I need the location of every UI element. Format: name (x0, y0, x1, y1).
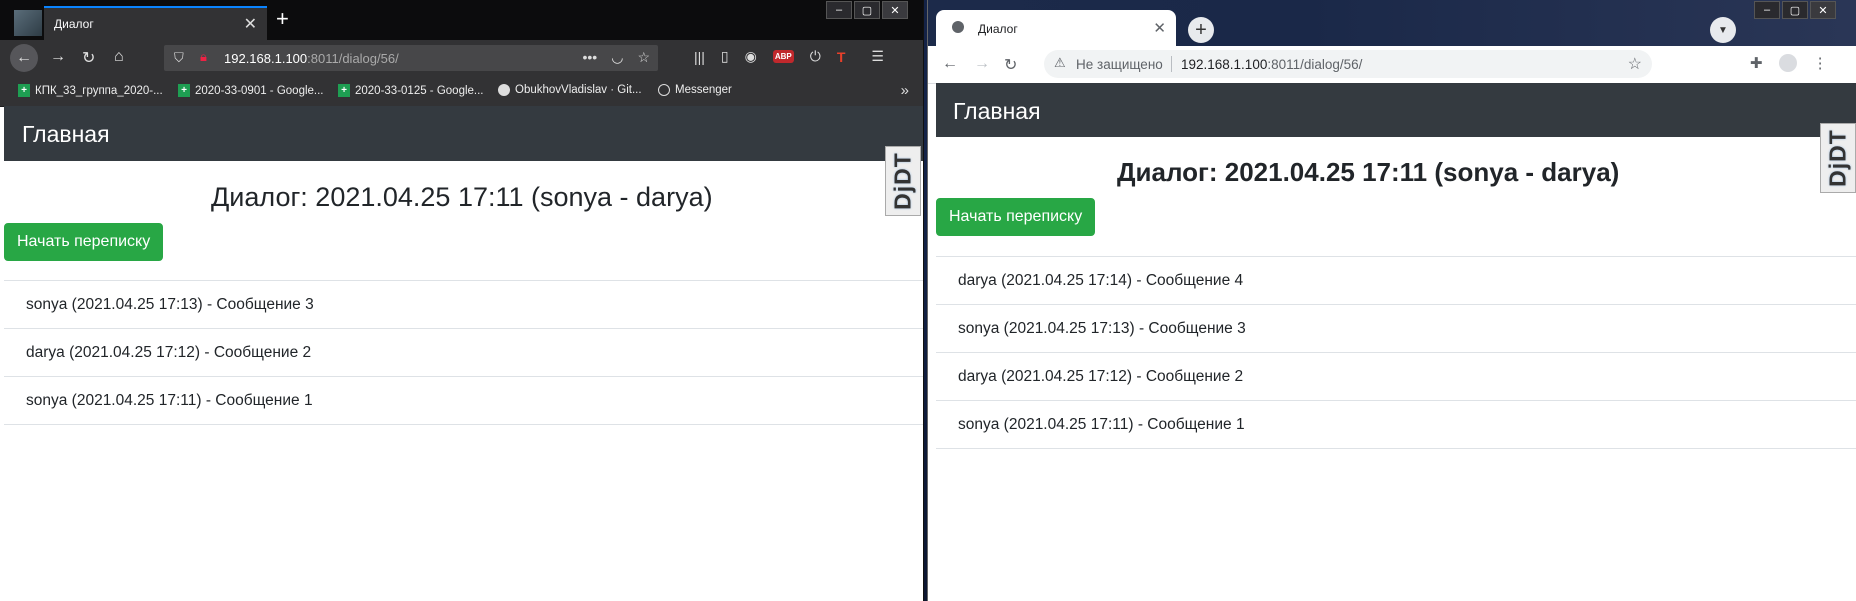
address-bar[interactable]: ⛉ 🔒︎ 192.168.1.100:8011/dialog/56/ ••• ◡… (164, 45, 658, 71)
new-tab-icon[interactable]: + (276, 6, 289, 32)
navbar-brand[interactable]: Главная (22, 121, 110, 147)
message-item: sonya (2021.04.25 17:11) - Сообщение 1 (4, 376, 923, 425)
close-window-icon[interactable]: ✕ (1810, 1, 1836, 19)
message-item: darya (2021.04.25 17:12) - Сообщение 2 (936, 352, 1856, 400)
firefox-page: Главная DjDT Диалог: 2021.04.25 17:11 (s… (4, 106, 923, 601)
security-status[interactable]: Не защищено (1076, 57, 1163, 72)
close-tab-icon[interactable]: ✕ (244, 14, 257, 34)
chrome-page: Главная DjDT Диалог: 2021.04.25 17:11 (s… (936, 83, 1856, 601)
close-window-icon[interactable]: ✕ (882, 1, 908, 19)
firefox-tab-dialog[interactable]: Диалог ✕ (44, 6, 267, 40)
tab-title: Диалог (978, 22, 1018, 36)
chrome-navbar: ← → ↻ ⚠ Не защищено 192.168.1.100:8011/d… (928, 46, 1856, 84)
address-bar[interactable]: ⚠ Не защищено 192.168.1.100:8011/dialog/… (1044, 50, 1652, 78)
profile-avatar-icon[interactable] (1778, 54, 1797, 72)
reload-icon[interactable]: ↻ (82, 48, 95, 68)
menu-icon[interactable]: ☰ (871, 48, 884, 65)
close-tab-icon[interactable]: ✕ (1153, 19, 1166, 37)
page-title: Диалог: 2021.04.25 17:11 (sonya - darya) (1117, 157, 1620, 187)
url-text: 192.168.1.100:8011/dialog/56/ (1181, 57, 1363, 72)
bookmark-item[interactable]: +2020-33-0901 - Google... (178, 84, 324, 97)
library-icon[interactable]: ||| (694, 49, 705, 65)
green-sheet-icon: + (338, 84, 350, 97)
djdt-toolbar-handle[interactable]: DjDT (885, 146, 921, 216)
message-item: sonya (2021.04.25 17:11) - Сообщение 1 (936, 400, 1856, 449)
firefox-window: Диалог ✕ + – ▢ ✕ ← → ↻ ⌂ ⛉ 🔒︎ 192.168.1.… (0, 0, 923, 601)
message-list: darya (2021.04.25 17:14) - Сообщение 4 s… (936, 256, 1856, 449)
kebab-menu-icon[interactable]: ⋮ (1813, 54, 1828, 72)
green-sheet-icon: + (18, 84, 30, 97)
more-bookmarks-icon[interactable]: » (901, 82, 909, 99)
tracking-shield-icon[interactable]: ⛉ (174, 50, 184, 66)
bookmarks-toolbar: + КПК_33_группа_2020-... +2020-33-0901 - … (0, 76, 923, 107)
page-title: Диалог: 2021.04.25 17:11 (sonya - darya) (211, 182, 713, 212)
warning-icon[interactable]: ⚠ (1054, 55, 1066, 71)
reload-icon[interactable]: ↻ (1004, 55, 1017, 75)
globe-icon (952, 21, 964, 33)
start-conversation-button[interactable]: Начать переписку (936, 198, 1096, 236)
omnibox-divider (1171, 56, 1172, 72)
message-item: darya (2021.04.25 17:12) - Сообщение 2 (4, 328, 923, 376)
green-sheet-icon: + (178, 84, 190, 97)
bookmark-star-icon[interactable]: ☆ (1628, 54, 1642, 74)
forward-arrow-icon[interactable]: → (50, 48, 66, 66)
start-conversation-button[interactable]: Начать переписку (4, 223, 164, 261)
firefox-window-controls: – ▢ ✕ (826, 1, 908, 19)
firefox-titlebar: Диалог ✕ + – ▢ ✕ (0, 0, 923, 40)
page-actions-icon[interactable]: ••• (583, 49, 598, 66)
bookmark-item[interactable]: Messenger (658, 84, 732, 96)
globe-icon (658, 84, 670, 96)
navbar-brand[interactable]: Главная (953, 98, 1041, 124)
chrome-toolbar-right: ✚ ⋮ (1750, 54, 1828, 72)
extension-t-icon[interactable]: T (837, 49, 846, 65)
bookmark-item[interactable]: + КПК_33_группа_2020-... (18, 84, 163, 97)
bookmark-item[interactable]: ObukhovVladislav · Git... (498, 84, 642, 96)
minimize-icon[interactable]: – (826, 1, 852, 19)
djdt-toolbar-handle[interactable]: DjDT (1820, 123, 1856, 193)
chrome-tab-dialog[interactable]: Диалог ✕ (936, 10, 1176, 46)
message-item: sonya (2021.04.25 17:13) - Сообщение 3 (4, 280, 923, 328)
window-thumbnail (14, 10, 42, 36)
message-item: darya (2021.04.25 17:14) - Сообщение 4 (936, 256, 1856, 304)
chrome-window-controls: – ▢ ✕ (1754, 1, 1836, 19)
adblock-icon[interactable]: ABP (772, 50, 794, 63)
account-icon[interactable]: ◉ (745, 48, 757, 65)
firefox-toolbar-right: ||| ▯ ◉ ABP ⏻ T ☰ (694, 48, 884, 65)
chrome-window: Диалог ✕ + ▼ – ▢ ✕ ← → ↻ ⚠ Не защищено 1… (928, 0, 1856, 601)
minimize-icon[interactable]: – (1754, 1, 1780, 19)
site-navbar: Главная (936, 83, 1856, 137)
tab-search-icon[interactable]: ▼ (1710, 17, 1736, 43)
github-icon (498, 84, 510, 96)
back-arrow-icon[interactable]: ← (942, 55, 958, 73)
maximize-icon[interactable]: ▢ (854, 1, 880, 19)
extensions-puzzle-icon[interactable]: ✚ (1750, 54, 1763, 72)
site-navbar: Главная (4, 106, 923, 161)
forward-arrow-icon[interactable]: → (974, 55, 990, 73)
firefox-navbar: ← → ↻ ⌂ ⛉ 🔒︎ 192.168.1.100:8011/dialog/5… (0, 40, 923, 76)
url-text: 192.168.1.100:8011/dialog/56/ (224, 51, 399, 66)
new-tab-icon[interactable]: + (1188, 17, 1214, 43)
insecure-lock-icon[interactable]: 🔒︎ (200, 49, 207, 65)
bookmark-star-icon[interactable]: ☆ (637, 49, 650, 66)
bookmark-item[interactable]: +2020-33-0125 - Google... (338, 84, 484, 97)
tab-title: Диалог (54, 17, 94, 31)
message-list: sonya (2021.04.25 17:13) - Сообщение 3 d… (4, 280, 923, 425)
power-icon[interactable]: ⏻ (810, 48, 821, 65)
home-icon[interactable]: ⌂ (114, 48, 124, 66)
url-actions: ••• ◡ ☆ (583, 49, 651, 66)
maximize-icon[interactable]: ▢ (1782, 1, 1808, 19)
back-arrow-icon[interactable]: ← (10, 44, 38, 72)
sidebar-icon[interactable]: ▯ (721, 48, 729, 65)
chrome-titlebar: Диалог ✕ + ▼ – ▢ ✕ (928, 0, 1856, 46)
pocket-icon[interactable]: ◡ (611, 49, 623, 66)
message-item: sonya (2021.04.25 17:13) - Сообщение 3 (936, 304, 1856, 352)
